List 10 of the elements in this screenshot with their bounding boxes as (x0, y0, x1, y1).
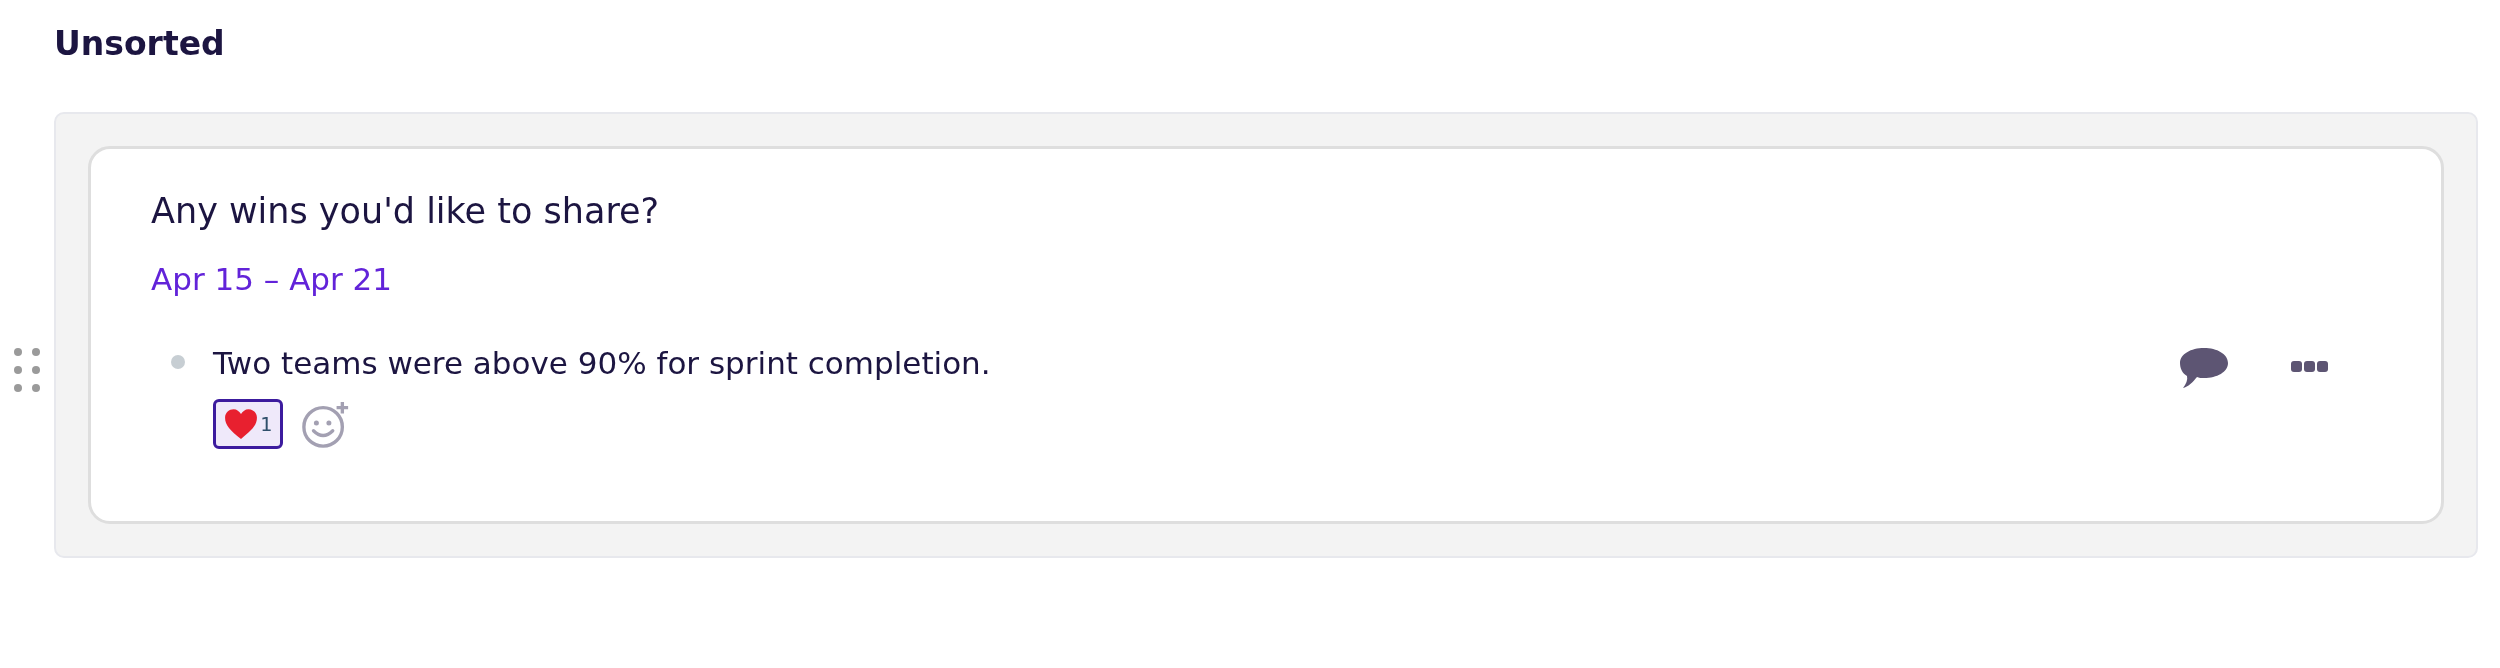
drag-handle-icon[interactable] (14, 347, 40, 393)
question-text: Any wins you'd like to share? (151, 190, 661, 233)
heart-icon (224, 408, 258, 440)
more-options-icon[interactable] (2291, 361, 2329, 373)
section-title: Unsorted (54, 23, 226, 65)
answer-text: Two teams were above 90% for sprint completion. (213, 344, 992, 383)
comment-icon[interactable] (2179, 347, 2229, 389)
date-range: Apr 15 – Apr 21 (151, 260, 394, 299)
reaction-button[interactable]: 1 (213, 399, 284, 449)
bullet-icon (171, 355, 185, 369)
